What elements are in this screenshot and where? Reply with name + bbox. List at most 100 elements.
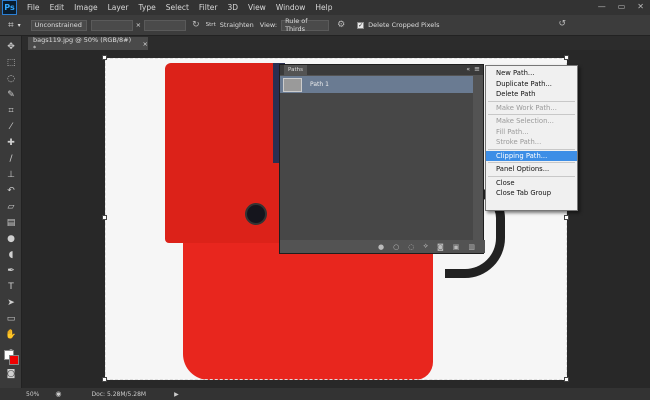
close-window-icon[interactable]: ✕ bbox=[637, 2, 644, 11]
delete-cropped-label: Delete Cropped Pixels bbox=[368, 21, 440, 29]
crop-handle-bottom-right[interactable] bbox=[564, 377, 569, 382]
fill-path-icon[interactable]: ● bbox=[378, 243, 384, 251]
path-select-tool-icon[interactable]: ➤ bbox=[5, 298, 17, 309]
path-thumbnail bbox=[283, 77, 302, 92]
paths-panel-footer: ● ○ ◌ ⟡ ◙ ▣ ▥ bbox=[280, 240, 485, 253]
menu-select[interactable]: Select bbox=[166, 3, 189, 12]
zoom-level[interactable]: 50% bbox=[26, 391, 39, 398]
menu-filter[interactable]: Filter bbox=[199, 3, 218, 12]
crop-handle-left[interactable] bbox=[102, 215, 107, 220]
status-arrow-icon[interactable]: ▶ bbox=[174, 391, 179, 398]
hand-tool-icon[interactable]: ✋ bbox=[5, 330, 17, 341]
delete-path-icon[interactable]: ▥ bbox=[468, 243, 475, 251]
window-controls: — ▭ ✕ bbox=[598, 2, 644, 11]
menu-make-work-path[interactable]: Make Work Path... bbox=[486, 103, 577, 114]
crop-handle-top-right[interactable] bbox=[564, 55, 569, 60]
dodge-tool-icon[interactable]: ◖ bbox=[5, 250, 17, 261]
menu-new-path[interactable]: New Path... bbox=[486, 68, 577, 79]
paths-list: Path 1 bbox=[280, 76, 473, 241]
menu-separator bbox=[488, 114, 575, 115]
menu-separator bbox=[488, 175, 575, 177]
document-tab[interactable]: bags119.jpg @ 50% (RGB/8#) * × bbox=[28, 36, 148, 52]
straighten-button[interactable]: Straighten bbox=[220, 21, 254, 29]
menu-window[interactable]: Window bbox=[276, 3, 306, 12]
paths-panel-header: Paths « ≡ bbox=[280, 65, 483, 75]
history-brush-tool-icon[interactable]: ↶ bbox=[5, 186, 17, 197]
menu-duplicate-path[interactable]: Duplicate Path... bbox=[486, 79, 577, 90]
blur-tool-icon[interactable]: ● bbox=[5, 234, 17, 245]
gradient-tool-icon[interactable]: ▤ bbox=[5, 218, 17, 229]
clone-stamp-tool-icon[interactable]: ⊥ bbox=[5, 170, 17, 181]
move-tool-icon[interactable]: ✥ bbox=[5, 42, 17, 53]
pen-tool-icon[interactable]: ✒ bbox=[5, 266, 17, 277]
bag-button bbox=[245, 203, 267, 225]
straighten-hint: Strt bbox=[205, 22, 216, 28]
menu-make-selection[interactable]: Make Selection... bbox=[486, 116, 577, 127]
menu-fill-path[interactable]: Fill Path... bbox=[486, 127, 577, 138]
ratio-value: Unconstrained bbox=[34, 21, 82, 29]
eraser-tool-icon[interactable]: ▱ bbox=[5, 202, 17, 213]
path-name: Path 1 bbox=[310, 81, 329, 88]
width-input[interactable] bbox=[90, 19, 133, 31]
menu-help[interactable]: Help bbox=[315, 3, 332, 12]
document-tab-bar: bags119.jpg @ 50% (RGB/8#) * × bbox=[22, 36, 650, 52]
quick-mask-icon[interactable]: ◙ bbox=[5, 369, 17, 380]
make-work-path-icon[interactable]: ⟡ bbox=[423, 242, 428, 251]
swap-icon[interactable]: × bbox=[136, 21, 141, 29]
menu-image[interactable]: Image bbox=[74, 3, 98, 12]
stroke-path-icon[interactable]: ○ bbox=[393, 243, 399, 251]
lasso-tool-icon[interactable]: ◌ bbox=[5, 74, 17, 85]
eyedropper-tool-icon[interactable]: ⁄ bbox=[5, 122, 17, 133]
marquee-tool-icon[interactable]: ⬚ bbox=[5, 58, 17, 69]
menu-bar: Ps File Edit Image Layer Type Select Fil… bbox=[0, 0, 650, 15]
menu-separator bbox=[488, 100, 575, 102]
close-tab-icon[interactable]: × bbox=[143, 40, 148, 48]
status-bar: 50% ◉ Doc: 5.28M/5.28M ▶ bbox=[0, 388, 650, 400]
menu-layer[interactable]: Layer bbox=[108, 3, 129, 12]
panel-menu-icon[interactable]: ≡ bbox=[474, 65, 480, 73]
brush-tool-icon[interactable]: / bbox=[5, 154, 17, 165]
new-path-icon[interactable]: ▣ bbox=[453, 243, 460, 251]
shape-tool-icon[interactable]: ▭ bbox=[5, 314, 17, 325]
menu-delete-path[interactable]: Delete Path bbox=[486, 89, 577, 100]
load-selection-icon[interactable]: ◌ bbox=[408, 243, 414, 251]
add-mask-icon[interactable]: ◙ bbox=[437, 243, 444, 251]
rotate-icon[interactable]: ↻ bbox=[192, 20, 200, 30]
menu-3d[interactable]: 3D bbox=[227, 3, 238, 12]
path-row[interactable]: Path 1 bbox=[280, 76, 473, 93]
menu-close-tab-group[interactable]: Close Tab Group bbox=[486, 188, 577, 199]
crop-handle-right[interactable] bbox=[564, 215, 569, 220]
ratio-select[interactable]: Unconstrained bbox=[30, 19, 87, 31]
background-color-swatch[interactable] bbox=[9, 355, 19, 365]
type-tool-icon[interactable]: T bbox=[5, 282, 17, 293]
crop-handle-top-left[interactable] bbox=[102, 55, 107, 60]
menu-type[interactable]: Type bbox=[139, 3, 156, 12]
gear-icon[interactable]: ⚙ bbox=[337, 20, 345, 30]
menu-stroke-path[interactable]: Stroke Path... bbox=[486, 137, 577, 148]
paths-panel: Paths « ≡ Path 1 ● ○ ◌ ⟡ ◙ ▣ ▥ bbox=[279, 64, 485, 254]
maximize-icon[interactable]: ▭ bbox=[618, 2, 626, 11]
menu-close[interactable]: Close bbox=[486, 178, 577, 189]
reset-icon[interactable]: ↺ bbox=[558, 19, 566, 29]
paths-tab[interactable]: Paths bbox=[284, 65, 307, 75]
photoshop-logo: Ps bbox=[2, 0, 17, 15]
view-select[interactable]: Rule of Thirds bbox=[281, 17, 330, 33]
healing-tool-icon[interactable]: ✚ bbox=[5, 138, 17, 149]
menu-file[interactable]: File bbox=[27, 3, 40, 12]
menu-clipping-path[interactable]: Clipping Path... bbox=[486, 150, 577, 161]
crop-handle-bottom-left[interactable] bbox=[102, 377, 107, 382]
paths-panel-menu: New Path... Duplicate Path... Delete Pat… bbox=[485, 65, 578, 211]
menu-panel-options[interactable]: Panel Options... bbox=[486, 164, 577, 175]
delete-cropped-checkbox[interactable]: ✓ bbox=[357, 21, 365, 29]
panel-collapse-icon[interactable]: « bbox=[466, 66, 470, 73]
document-size: Doc: 5.28M/5.28M bbox=[91, 390, 147, 398]
crop-tool-icon[interactable]: ⌗ bbox=[8, 20, 14, 31]
crop-tool-icon[interactable]: ⌗ bbox=[5, 106, 17, 117]
tool-preset-chevron-icon[interactable]: ▾ bbox=[18, 22, 21, 29]
menu-view[interactable]: View bbox=[248, 3, 266, 12]
height-input[interactable] bbox=[144, 19, 187, 31]
menu-edit[interactable]: Edit bbox=[50, 3, 65, 12]
menu-separator bbox=[488, 162, 575, 163]
quick-select-tool-icon[interactable]: ✎ bbox=[5, 90, 17, 101]
minimize-icon[interactable]: — bbox=[598, 2, 606, 11]
